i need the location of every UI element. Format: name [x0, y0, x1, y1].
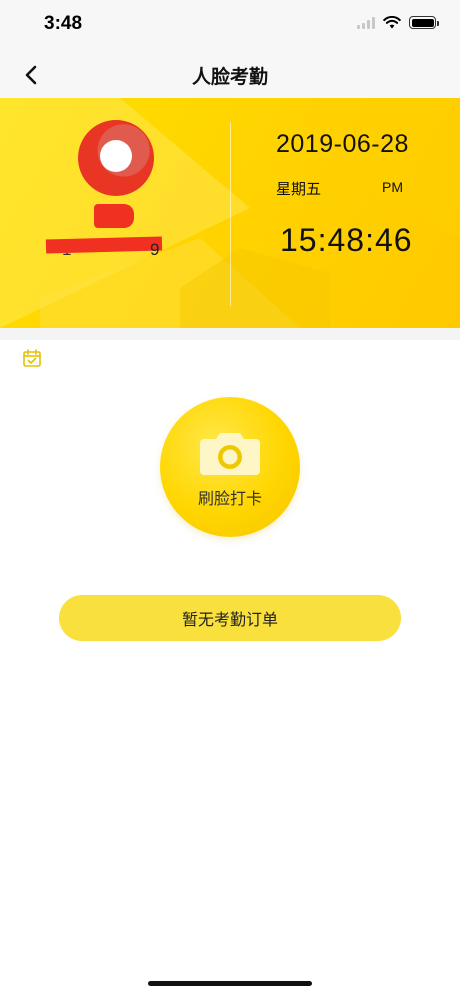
nav-bar: 人脸考勤 — [0, 50, 460, 98]
status-bar: 3:48 — [0, 0, 460, 50]
user-phone-tail: 9 — [150, 240, 160, 259]
camera-icon — [200, 433, 260, 475]
banner-divider — [230, 122, 231, 306]
battery-level — [411, 18, 434, 27]
face-punch-button[interactable]: 刷脸打卡 — [160, 397, 300, 537]
status-time: 3:48 — [44, 13, 83, 34]
calendar-check-icon[interactable] — [22, 348, 42, 368]
face-punch-label: 刷脸打卡 — [197, 491, 262, 508]
battery-icon — [409, 16, 439, 29]
current-time: 15:48:46 — [280, 222, 413, 258]
section-divider — [0, 328, 460, 340]
avatar — [78, 120, 154, 196]
info-banner: 鸿 1 9 2019-06-28 星期五 PM 15:48:46 — [0, 98, 460, 328]
page-title: 人脸考勤 — [191, 67, 268, 88]
attendance-orders-label: 暂无考勤订单 — [181, 612, 278, 629]
status-icons — [357, 16, 439, 29]
current-weekday: 星期五 — [276, 181, 322, 198]
name-redaction — [94, 204, 134, 228]
current-date: 2019-06-28 — [276, 130, 409, 158]
attendance-orders-button[interactable]: 暂无考勤订单 — [59, 595, 401, 641]
home-indicator[interactable] — [148, 981, 312, 986]
wifi-icon — [383, 16, 401, 29]
cellular-signal-icon — [357, 16, 375, 29]
am-pm-indicator: PM — [382, 179, 403, 195]
